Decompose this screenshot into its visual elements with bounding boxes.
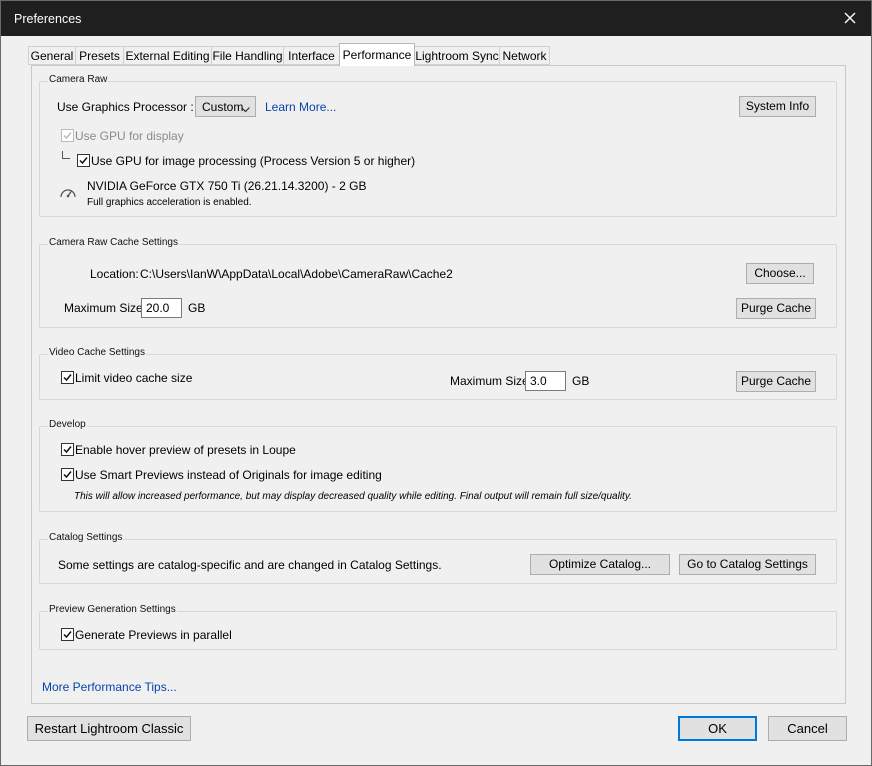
group-title: Camera Raw: [48, 74, 109, 85]
camera-raw-group: Camera Raw Use Graphics Processor : Cust…: [39, 74, 837, 217]
group-title: Video Cache Settings: [48, 347, 146, 358]
go-to-catalog-settings-button[interactable]: Go to Catalog Settings: [679, 554, 816, 575]
checkmark-icon: [63, 471, 72, 479]
gpu-processing-label: Use GPU for image processing (Process Ve…: [91, 154, 416, 168]
camera-raw-cache-group: Camera Raw Cache Settings Location: C:\U…: [39, 237, 837, 328]
tab-file-handling[interactable]: File Handling: [211, 46, 284, 65]
system-info-button[interactable]: System Info: [739, 96, 816, 117]
group-title: Preview Generation Settings: [48, 604, 177, 615]
video-max-size-input[interactable]: 3.0: [525, 371, 566, 391]
title-bar: Preferences: [1, 1, 871, 36]
gpu-select-value: Custom: [202, 100, 244, 114]
gpu-processing-checkbox[interactable]: [77, 154, 90, 167]
limit-video-cache-label: Limit video cache size: [75, 371, 193, 385]
preview-generation-group: Preview Generation Settings Generate Pre…: [39, 604, 837, 650]
tab-performance[interactable]: Performance: [339, 43, 415, 66]
hover-preview-checkbox[interactable]: [61, 443, 74, 456]
tab-external-editing[interactable]: External Editing: [123, 46, 212, 65]
max-size-label: Maximum Size:: [64, 301, 147, 315]
smart-previews-label: Use Smart Previews instead of Originals …: [75, 468, 382, 482]
optimize-catalog-button[interactable]: Optimize Catalog...: [530, 554, 670, 575]
group-title: Catalog Settings: [48, 532, 124, 543]
checkmark-icon: [79, 157, 88, 165]
restart-lightroom-button[interactable]: Restart Lightroom Classic: [27, 716, 191, 741]
location-label: Location:: [90, 267, 139, 281]
tab-presets[interactable]: Presets: [75, 46, 124, 65]
group-title: Develop: [48, 419, 87, 430]
catalog-description: Some settings are catalog-specific and a…: [58, 558, 442, 572]
speedometer-icon: [59, 185, 77, 202]
tree-branch-icon: [61, 150, 71, 164]
ok-button[interactable]: OK: [678, 716, 757, 741]
checkmark-icon: [63, 132, 72, 140]
checkmark-icon: [63, 446, 72, 454]
video-cache-group: Video Cache Settings Limit video cache s…: [39, 347, 837, 400]
window-title: Preferences: [14, 12, 82, 26]
chevron-down-icon: [241, 102, 250, 116]
learn-more-link[interactable]: Learn More...: [265, 100, 336, 114]
gpu-label: Use Graphics Processor :: [57, 100, 194, 114]
develop-group: Develop Enable hover preview of presets …: [39, 419, 837, 512]
smart-previews-checkbox[interactable]: [61, 468, 74, 481]
gpu-select[interactable]: Custom: [195, 96, 256, 117]
limit-video-cache-checkbox[interactable]: [61, 371, 74, 384]
gpu-name: NVIDIA GeForce GTX 750 Ti (26.21.14.3200…: [87, 179, 367, 193]
gpu-status: Full graphics acceleration is enabled.: [87, 197, 252, 208]
video-max-size-unit: GB: [572, 374, 590, 388]
video-purge-cache-button[interactable]: Purge Cache: [736, 371, 816, 392]
checkmark-icon: [63, 631, 72, 639]
tab-lightroom-sync[interactable]: Lightroom Sync: [414, 46, 500, 65]
max-size-unit: GB: [188, 301, 206, 315]
preferences-window: Preferences General Presets External Edi…: [0, 0, 872, 766]
parallel-previews-checkbox[interactable]: [61, 628, 74, 641]
video-max-size-label: Maximum Size:: [450, 374, 533, 388]
group-title: Camera Raw Cache Settings: [48, 237, 179, 248]
location-path: C:\Users\IanW\AppData\Local\Adobe\Camera…: [140, 267, 453, 281]
performance-panel: Camera Raw Use Graphics Processor : Cust…: [31, 65, 846, 704]
gpu-display-checkbox[interactable]: [61, 129, 74, 142]
hover-preview-label: Enable hover preview of presets in Loupe: [75, 443, 296, 457]
close-icon[interactable]: [839, 7, 861, 29]
tab-network[interactable]: Network: [499, 46, 550, 65]
checkmark-icon: [63, 374, 72, 382]
parallel-previews-label: Generate Previews in parallel: [75, 628, 232, 642]
tab-interface[interactable]: Interface: [283, 46, 340, 65]
catalog-settings-group: Catalog Settings Some settings are catal…: [39, 532, 837, 584]
more-performance-tips-link[interactable]: More Performance Tips...: [42, 680, 177, 694]
gpu-display-label: Use GPU for display: [75, 129, 184, 143]
max-size-input[interactable]: 20.0: [141, 298, 182, 318]
tab-general[interactable]: General: [28, 46, 76, 65]
choose-button[interactable]: Choose...: [746, 263, 814, 284]
smart-previews-note: This will allow increased performance, b…: [74, 491, 632, 502]
purge-cache-button[interactable]: Purge Cache: [736, 298, 816, 319]
cancel-button[interactable]: Cancel: [768, 716, 847, 741]
